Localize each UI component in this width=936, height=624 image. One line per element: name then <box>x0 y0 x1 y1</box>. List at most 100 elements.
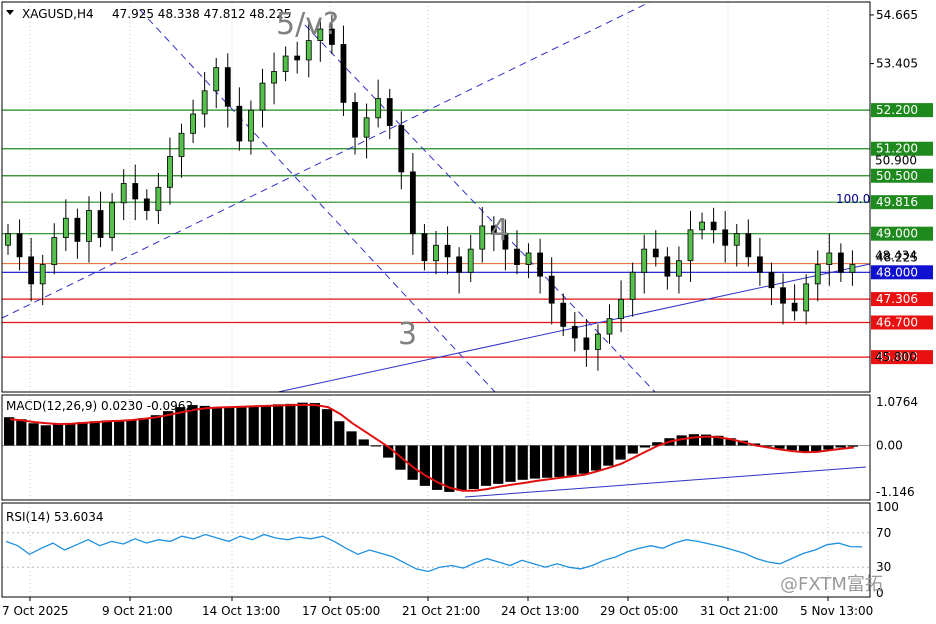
macd-bar <box>835 445 846 448</box>
chart-labels: XAGUSD,H4 47.925 48.338 47.812 48.225 5/… <box>6 7 883 595</box>
macd-bar <box>16 419 27 446</box>
level-price-label: 47.306 <box>876 292 918 306</box>
candle <box>768 271 775 289</box>
macd-title: MACD(12,26,9) 0.0230 -0.0962 <box>6 399 193 413</box>
candle <box>722 229 729 246</box>
candle <box>560 302 567 327</box>
macd-bar <box>419 445 430 486</box>
candle <box>421 233 428 262</box>
macd-bar <box>77 422 88 446</box>
trend-channel-upper <box>1 1 651 319</box>
candle <box>525 252 532 265</box>
candle <box>641 248 648 273</box>
macd-bar <box>823 445 834 450</box>
price-tick-label: 53.405 <box>876 57 918 71</box>
macd-tick-label: 1.0764 <box>876 395 918 409</box>
rsi-tick-label: 30 <box>876 560 891 574</box>
rsi-line <box>5 533 863 573</box>
macd-bar <box>798 445 810 452</box>
candle <box>386 98 393 126</box>
candle <box>363 117 370 138</box>
candle <box>62 217 69 238</box>
macd-bar <box>40 425 51 446</box>
macd-tick-label: -1.146 <box>876 485 915 499</box>
candles <box>5 14 856 371</box>
macd-bar <box>211 407 223 446</box>
level-price-label: 49.816 <box>876 195 918 209</box>
trend-channel-parallel <box>304 24 656 393</box>
candle <box>433 244 439 262</box>
candle <box>224 67 231 107</box>
macd-bar <box>566 445 577 476</box>
wave-label-3: 3 <box>398 317 417 352</box>
macd-bar <box>248 406 259 446</box>
macd-bar <box>639 445 651 448</box>
x-tick-label: 29 Oct 05:00 <box>600 604 678 618</box>
macd-bar <box>590 445 602 471</box>
trend-channel-lower <box>139 9 496 393</box>
rsi-tick-label: 100 <box>876 500 899 514</box>
candle <box>583 337 590 350</box>
panel-frame <box>1 1 871 393</box>
watermark: @FXTM富拓 <box>780 574 883 595</box>
chart-canvas: 52.20051.20050.50049.81649.00048.22548.0… <box>1 1 933 618</box>
candle <box>456 256 463 273</box>
macd-bar <box>517 445 528 480</box>
candle <box>213 67 220 92</box>
candle <box>745 233 752 258</box>
candle <box>375 98 382 119</box>
candle <box>167 156 173 188</box>
macd-bar <box>150 415 161 446</box>
x-tick-label: 21 Oct 21:00 <box>402 604 480 618</box>
candle <box>120 183 127 204</box>
macd-bar <box>101 420 113 446</box>
macd-bar <box>285 403 296 446</box>
candle <box>837 252 844 273</box>
level-price-label: 50.500 <box>876 169 918 183</box>
macd-bar <box>554 445 565 477</box>
candle <box>28 256 35 285</box>
candle <box>687 229 694 262</box>
candle <box>398 125 405 173</box>
x-tick-label: 17 Oct 05:00 <box>302 604 380 618</box>
rsi-title: RSI(14) 53.6034 <box>6 510 104 524</box>
level-price-label: 46.700 <box>876 315 918 329</box>
macd-bar <box>603 445 614 466</box>
candle <box>294 55 301 61</box>
candle <box>155 186 162 211</box>
macd-bar <box>126 420 137 446</box>
candle <box>5 233 11 246</box>
candle <box>710 221 717 231</box>
candle <box>479 225 486 250</box>
candle <box>178 132 185 157</box>
x-tick-label: 7 Oct 2025 <box>2 604 69 618</box>
price-axis: 52.20051.20050.50049.81649.00048.22548.0… <box>870 8 933 600</box>
macd-bar <box>346 431 357 446</box>
candle <box>733 233 740 246</box>
candle <box>340 44 347 103</box>
candle <box>467 248 474 273</box>
rsi-line-path <box>5 533 863 573</box>
macd-bar <box>627 445 638 454</box>
macd-bar <box>370 445 382 447</box>
candle <box>16 233 23 258</box>
macd-bar <box>297 402 308 446</box>
level-price-label: 49.000 <box>876 227 918 241</box>
price-tick-label: 48.434 <box>875 249 917 263</box>
candle <box>849 264 856 273</box>
panel-frame <box>1 502 871 598</box>
candle <box>109 202 116 238</box>
candle <box>652 248 659 258</box>
macd-bar <box>89 421 100 446</box>
fib-100-label: 100.0 <box>836 192 870 206</box>
macd-bar <box>199 405 210 446</box>
macd-bar <box>358 439 369 446</box>
candle <box>190 113 196 134</box>
candle <box>143 198 150 211</box>
macd-bar <box>114 420 125 446</box>
x-tick-label: 14 Oct 13:00 <box>202 604 280 618</box>
candle <box>86 210 92 242</box>
macd-bar <box>847 445 858 447</box>
dropdown-triangle-icon[interactable] <box>6 10 14 15</box>
candle <box>756 256 763 273</box>
